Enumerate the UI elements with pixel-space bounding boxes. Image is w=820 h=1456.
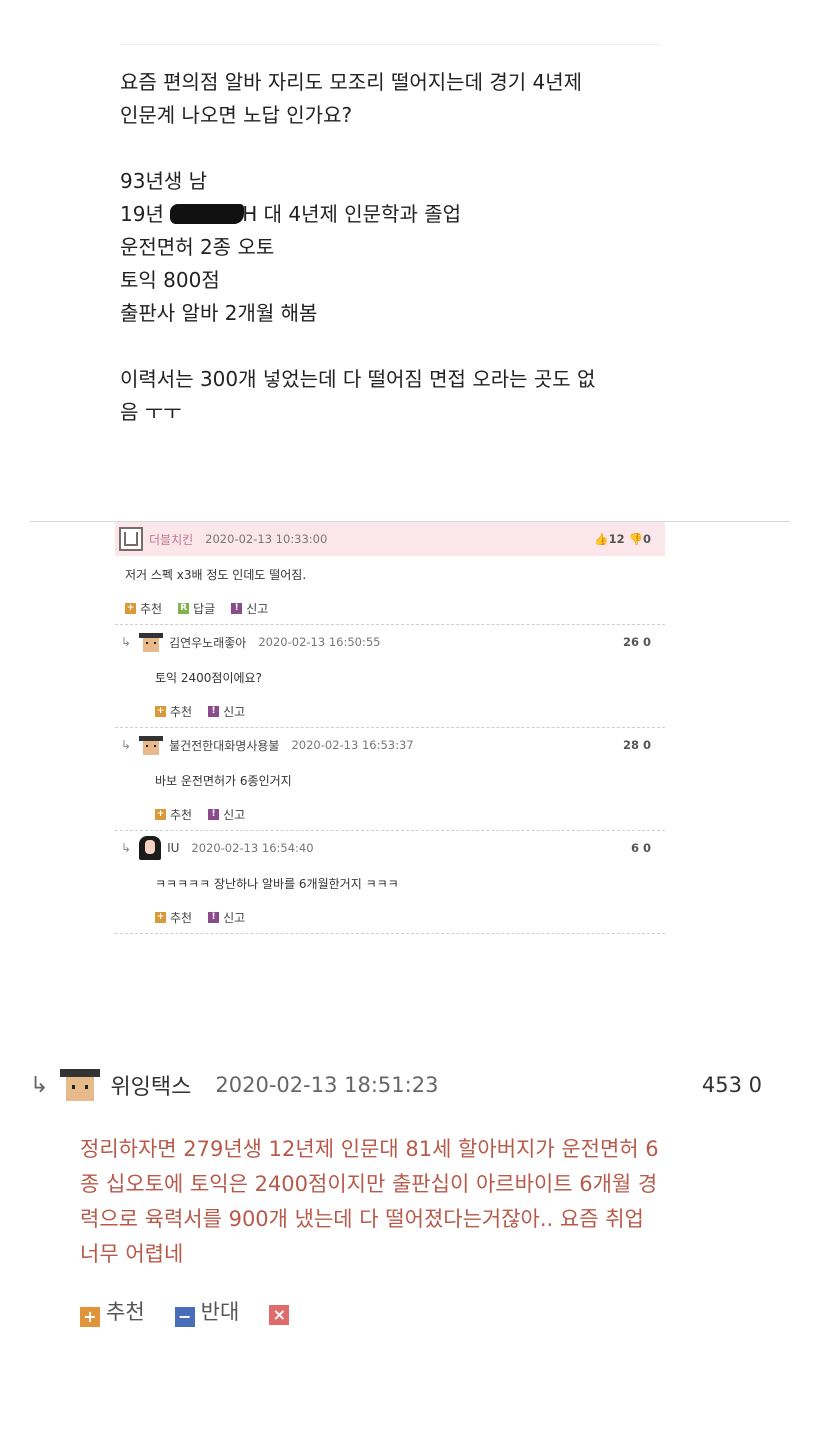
- comment-line-1: 정리하자면 279년생 12년제 인문대 81세 할아버지가 운전면허 6: [80, 1137, 659, 1161]
- comment-text: ㅋㅋㅋㅋㅋ 장난하나 알바를 6개월한거지 ㅋㅋㅋ: [155, 876, 399, 891]
- report-button[interactable]: ! 신고: [208, 806, 245, 823]
- plus-icon: +: [155, 705, 166, 717]
- post-line-license: 운전면허 2종 오토: [120, 235, 275, 259]
- delete-button[interactable]: ×: [269, 1298, 295, 1325]
- grad-suffix: H 대 4년제 인문학과 졸업: [242, 202, 462, 226]
- reply-item: ↳ 불건전한대화명사용불 2020-02-13 16:53:37 28 0 바보…: [115, 728, 665, 831]
- report-button[interactable]: ! 신고: [208, 703, 245, 720]
- reply-item: ↳ IU 2020-02-13 16:54:40 6 0 ㅋㅋㅋㅋㅋ 장난하나 …: [115, 831, 665, 934]
- recommend-button[interactable]: + 추천: [155, 909, 192, 926]
- comment-date: 2020-02-13 16:50:55: [258, 635, 381, 649]
- post-line-resume-2: 음 ㅜㅜ: [120, 400, 182, 424]
- user-avatar-icon: [139, 836, 162, 860]
- post-body: 요즘 편의점 알바 자리도 모조리 떨어지는데 경기 4년제 인문계 나오면 노…: [120, 66, 680, 429]
- comment-actions: + 추천 ! 신고: [115, 901, 665, 933]
- comment-line-2: 종 십오토에 토익은 2400점이지만 출판십이 아르바이트 6개월 경: [80, 1172, 658, 1196]
- comment-date: 2020-02-13 10:33:00: [205, 532, 328, 546]
- comment-actions: + 추천 ! 신고: [115, 798, 665, 830]
- post-title-line-1: 요즘 편의점 알바 자리도 모조리 떨어지는데 경기 4년제: [120, 70, 583, 94]
- plus-icon: +: [125, 602, 136, 614]
- user-avatar-icon: [119, 527, 143, 551]
- comment-author[interactable]: IU: [167, 841, 179, 855]
- recommend-button[interactable]: + 추천: [125, 600, 162, 617]
- recommend-button[interactable]: + 추천: [155, 703, 192, 720]
- post-title-line-2: 인문계 나오면 노답 인가요?: [120, 103, 353, 127]
- comment-actions: + 추천 ! 신고: [115, 695, 665, 727]
- reply-button[interactable]: R 답글: [178, 600, 215, 617]
- comment-line-4: 너무 어렵네: [80, 1242, 184, 1266]
- comment-votes: 👍12 👎0: [594, 532, 651, 546]
- user-avatar-icon: [139, 734, 164, 756]
- comment-date: 2020-02-13 16:54:40: [191, 841, 314, 855]
- post-top-line: [120, 44, 660, 45]
- report-icon: !: [208, 808, 220, 820]
- report-button[interactable]: ! 신고: [231, 600, 268, 617]
- post-line-graduation: 19년 H 대 4년제 인문학과 졸업: [120, 198, 680, 231]
- reply-arrow-icon: ↳: [30, 1072, 49, 1098]
- recommend-button[interactable]: + 추천: [155, 806, 192, 823]
- grad-prefix: 19년: [120, 202, 164, 226]
- reply-header: ↳ 불건전한대화명사용불 2020-02-13 16:53:37 28 0: [115, 728, 665, 762]
- comment-author[interactable]: 김연우노래좋아: [169, 634, 246, 651]
- report-icon: !: [208, 705, 220, 717]
- comment-votes: 28 0: [622, 738, 651, 752]
- post-line-toeic: 토익 800점: [120, 268, 220, 292]
- comment-votes: 26 0: [622, 635, 651, 649]
- comment-thread: 더블치킨 2020-02-13 10:33:00 👍12 👎0 저거 스펙 x3…: [115, 522, 665, 934]
- plus-icon: +: [80, 1307, 100, 1327]
- highlighted-comment: ↳ 위잉택스 2020-02-13 18:51:23 453 0 정리하자면 2…: [30, 1060, 790, 1327]
- reply-arrow-icon: ↳: [121, 841, 132, 855]
- comment-date: 2020-02-13 18:51:23: [215, 1073, 439, 1097]
- reply-arrow-icon: ↳: [121, 738, 132, 752]
- comment-actions: + 추천 R 답글 ! 신고: [115, 592, 665, 624]
- post-line-birth: 93년생 남: [120, 169, 208, 193]
- reply-header: ↳ IU 2020-02-13 16:54:40 6 0: [115, 831, 665, 865]
- report-icon: !: [208, 911, 220, 923]
- comment-votes: 453 0: [701, 1073, 762, 1097]
- comment-author[interactable]: 더블치킨: [149, 531, 193, 548]
- comment-line-3: 력으로 육력서를 900개 냈는데 다 떨어졌다는거잖아.. 요즘 취업: [80, 1207, 644, 1231]
- comment-text: 바보 운전면허가 6종인거지: [155, 773, 292, 788]
- post-line-job: 출판사 알바 2개월 해봄: [120, 301, 318, 325]
- report-button[interactable]: ! 신고: [208, 909, 245, 926]
- plus-icon: +: [155, 808, 166, 820]
- comment-date: 2020-02-13 16:53:37: [291, 738, 414, 752]
- comment-votes: 6 0: [630, 841, 651, 855]
- comment-header: ↳ 위잉택스 2020-02-13 18:51:23 453 0: [30, 1060, 790, 1110]
- plus-icon: +: [155, 911, 166, 923]
- report-icon: !: [231, 602, 243, 614]
- comment-text: 토익 2400점이에요?: [155, 670, 262, 685]
- minus-icon: −: [174, 1307, 195, 1327]
- close-icon: ×: [269, 1305, 290, 1325]
- post-line-resume-1: 이력서는 300개 넣었는데 다 떨어짐 면접 오라는 곳도 없: [120, 367, 596, 391]
- comment-header: 더블치킨 2020-02-13 10:33:00 👍12 👎0: [115, 522, 665, 556]
- reply-icon: R: [178, 602, 190, 614]
- comment-actions: + 추천 − 반대 ×: [30, 1296, 790, 1327]
- comment-author[interactable]: 불건전한대화명사용불: [169, 737, 279, 754]
- comment-text: 저거 스펙 x3배 정도 인데도 떨어짐.: [125, 567, 307, 582]
- oppose-button[interactable]: − 반대: [174, 1296, 239, 1327]
- recommend-button[interactable]: + 추천: [80, 1296, 145, 1327]
- reply-arrow-icon: ↳: [121, 635, 132, 649]
- user-avatar-icon: [139, 631, 164, 653]
- comment-text: 정리하자면 279년생 12년제 인문대 81세 할아버지가 운전면허 6 종 …: [30, 1132, 770, 1272]
- reply-item: ↳ 김연우노래좋아 2020-02-13 16:50:55 26 0 토익 24…: [115, 625, 665, 728]
- comment-author[interactable]: 위잉택스: [110, 1069, 191, 1101]
- user-avatar-icon: [60, 1065, 101, 1105]
- redaction-mark: [170, 204, 245, 224]
- reply-header: ↳ 김연우노래좋아 2020-02-13 16:50:55 26 0: [115, 625, 665, 659]
